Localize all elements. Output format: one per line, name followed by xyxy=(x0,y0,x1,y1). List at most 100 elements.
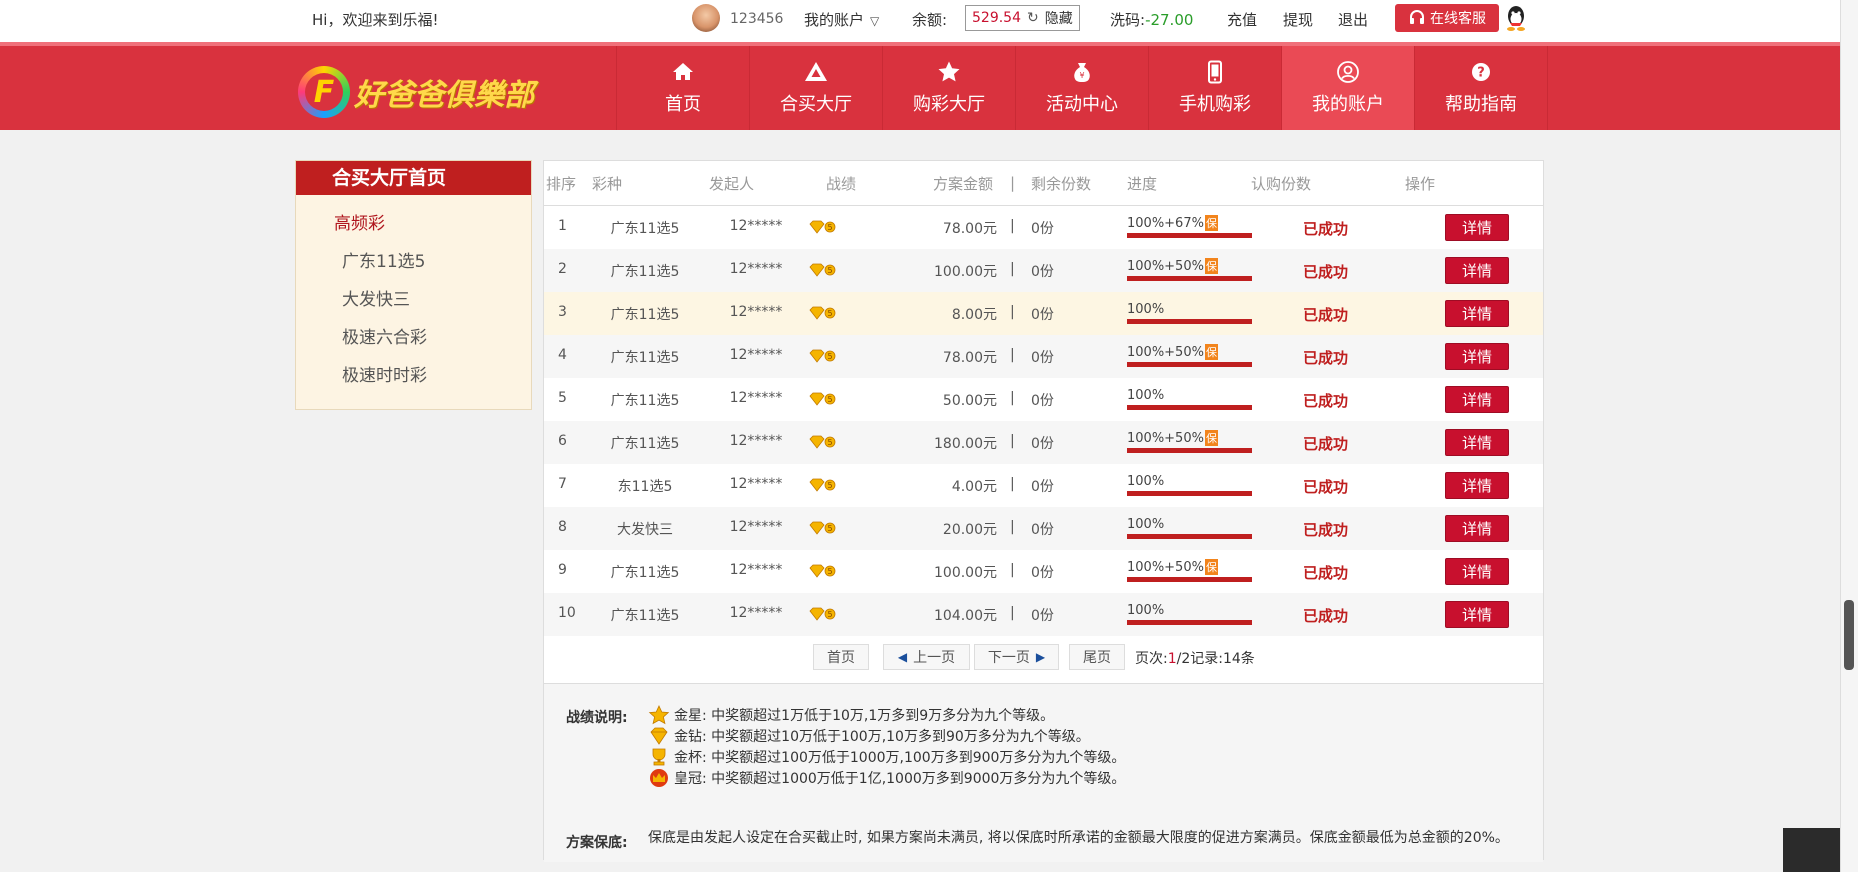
row-progress-text: 100%+50% xyxy=(1127,560,1204,575)
detail-button[interactable]: 详情 xyxy=(1445,472,1509,499)
triangle-left-icon: ◀ xyxy=(897,650,908,664)
sidebar-item-speed-mark-six[interactable]: 极速六合彩 xyxy=(296,323,531,348)
nav-label: 帮助指南 xyxy=(1445,94,1517,115)
row-game: 广东11选5 xyxy=(610,436,680,452)
withdraw-link[interactable]: 提现 xyxy=(1283,9,1313,30)
logout-link[interactable]: 退出 xyxy=(1338,9,1368,30)
online-service-button[interactable]: 在线客服 xyxy=(1395,4,1499,32)
header-progress[interactable]: 进度 xyxy=(1127,173,1157,194)
nav-item-help[interactable]: ? 帮助指南 xyxy=(1415,46,1548,130)
sidebar: 合买大厅首页 高频彩 广东11选5 大发快三 极速六合彩 极速时时彩 xyxy=(295,160,532,410)
deposit-link[interactable]: 充值 xyxy=(1227,9,1257,30)
hide-balance-button[interactable]: 隐藏 xyxy=(1045,8,1073,28)
chevron-down-icon: ▽ xyxy=(870,14,880,28)
next-page-label: 下一页 xyxy=(987,650,1030,666)
nav-item-activity-center[interactable]: ¥ 活动中心 xyxy=(1016,46,1149,130)
sidebar-category[interactable]: 高频彩 xyxy=(296,209,531,234)
qq-icon[interactable] xyxy=(1503,4,1529,32)
gold-diamond-icon xyxy=(650,727,668,745)
site-logo[interactable]: F 好爸爸俱樂部 xyxy=(298,64,558,120)
header-initiator: 发起人 xyxy=(709,174,755,193)
sidebar-item-speed-ssc[interactable]: 极速时时彩 xyxy=(296,361,531,386)
main-nav: 首页 合买大厅 购彩大厅 ¥ 活动中心 手机购彩 我的账户 ? 帮助指南 xyxy=(616,46,1548,130)
refresh-icon[interactable]: ↻ xyxy=(1027,10,1039,26)
my-account-menu[interactable]: 我的账户 ▽ xyxy=(804,9,879,30)
pagination: 首页 ◀ 上一页 下一页 ▶ 尾页 页次:1/2记录:14条 xyxy=(544,638,1545,678)
triangle-right-icon: ▶ xyxy=(1035,650,1046,664)
row-progress: 100% xyxy=(1127,301,1252,324)
row-remaining: 0份 xyxy=(1031,393,1054,409)
row-progress: 100%+67% 保 xyxy=(1127,215,1252,238)
row-status: 已成功 xyxy=(1303,392,1349,410)
detail-button[interactable]: 详情 xyxy=(1445,300,1509,327)
table-row: 4 广东11选5 12***** 5 78.00元 | 0份 100%+50% 保 已成功 详情 xyxy=(544,335,1543,378)
scrollbar-thumb[interactable] xyxy=(1844,600,1854,670)
sidebar-item-guangdong-11x5[interactable]: 广东11选5 xyxy=(296,247,531,272)
row-rank: 6 xyxy=(558,433,567,449)
progress-bar xyxy=(1127,233,1252,238)
row-rank: 5 xyxy=(558,390,567,406)
row-separator: | xyxy=(1010,347,1015,363)
svg-text:¥: ¥ xyxy=(1079,71,1084,80)
nav-item-lottery-hall[interactable]: 购彩大厅 xyxy=(883,46,1016,130)
star-icon xyxy=(938,61,960,82)
sidebar-title[interactable]: 合买大厅首页 xyxy=(296,161,531,195)
video-widget[interactable] xyxy=(1783,828,1840,872)
row-progress: 100% xyxy=(1127,387,1252,410)
row-progress-text: 100%+67% xyxy=(1127,216,1204,231)
sidebar-item-dafa-k3[interactable]: 大发快三 xyxy=(296,285,531,310)
row-game: 广东11选5 xyxy=(610,565,680,581)
row-remaining: 0份 xyxy=(1031,565,1054,581)
explain-line-gold-star: 金星: 中奖额超过1万低于10万,1万多到9万多分为九个等级。 xyxy=(648,705,1054,725)
online-service-label: 在线客服 xyxy=(1430,11,1486,27)
row-separator: | xyxy=(1010,519,1015,535)
row-remaining: 0份 xyxy=(1031,436,1054,452)
detail-button[interactable]: 详情 xyxy=(1445,558,1509,585)
page-scrollbar[interactable] xyxy=(1840,0,1858,872)
row-amount: 50.00元 xyxy=(942,393,997,409)
table-row: 2 广东11选5 12***** 5 100.00元 | 0份 100%+50% 保 已成功 详情 xyxy=(544,249,1543,292)
next-page-button[interactable]: 下一页 ▶ xyxy=(974,644,1059,670)
gold-diamond-medal-icon: 5 xyxy=(809,349,836,363)
row-rank: 1 xyxy=(558,218,567,234)
detail-button[interactable]: 详情 xyxy=(1445,386,1509,413)
guarantee-badge: 保 xyxy=(1204,559,1218,575)
nav-item-home[interactable]: 首页 xyxy=(617,46,750,130)
row-initiator: 12***** xyxy=(729,347,783,363)
detail-button[interactable]: 详情 xyxy=(1445,601,1509,628)
row-progress-text: 100%+50% xyxy=(1127,431,1204,446)
table-row: 10 广东11选5 12***** 5 104.00元 | 0份 100% 已成功 详情 xyxy=(544,593,1543,636)
prev-page-button[interactable]: ◀ 上一页 xyxy=(883,644,970,670)
page-label: 页次: xyxy=(1135,651,1168,667)
row-status: 已成功 xyxy=(1303,435,1349,453)
explain-line-crown: 皇冠: 中奖额超过1000万低于1亿,1000万多到9000万多分为九个等级。 xyxy=(648,768,1125,788)
progress-bar xyxy=(1127,620,1252,625)
detail-button[interactable]: 详情 xyxy=(1445,515,1509,542)
first-page-button[interactable]: 首页 xyxy=(813,644,869,670)
gold-diamond-medal-icon: 5 xyxy=(809,392,836,406)
nav-item-my-account[interactable]: 我的账户 xyxy=(1282,46,1415,130)
row-initiator: 12***** xyxy=(729,304,783,320)
nav-item-group-buy[interactable]: 合买大厅 xyxy=(750,46,883,130)
gold-cup-icon xyxy=(652,748,666,766)
explain-line-gold-cup: 金杯: 中奖额超过100万低于1000万,100万多到900万多分为九个等级。 xyxy=(648,747,1125,767)
svg-text:5: 5 xyxy=(827,481,832,490)
detail-button[interactable]: 详情 xyxy=(1445,214,1509,241)
header-amount[interactable]: 方案金额 xyxy=(933,173,993,194)
explain-line-gold-diamond: 金钻: 中奖额超过10万低于100万,10万多到90万多分为九个等级。 xyxy=(648,726,1090,746)
row-amount: 20.00元 xyxy=(942,522,997,538)
detail-button[interactable]: 详情 xyxy=(1445,343,1509,370)
progress-bar xyxy=(1127,534,1252,539)
row-game: 广东11选5 xyxy=(610,307,680,323)
guarantee-text: 保底是由发起人设定在合买截止时, 如果方案尚未满员, 将以保底时所承诺的金额最大… xyxy=(648,830,1509,846)
header-rank[interactable]: 排序 xyxy=(546,173,576,194)
header-record: 战绩 xyxy=(826,174,857,193)
detail-button[interactable]: 详情 xyxy=(1445,257,1509,284)
detail-button[interactable]: 详情 xyxy=(1445,429,1509,456)
last-page-button[interactable]: 尾页 xyxy=(1069,644,1125,670)
row-initiator: 12***** xyxy=(729,218,783,234)
nav-item-mobile[interactable]: 手机购彩 xyxy=(1149,46,1282,130)
progress-bar xyxy=(1127,577,1252,582)
header-remaining[interactable]: 剩余份数 xyxy=(1031,173,1091,194)
avatar[interactable] xyxy=(692,4,720,32)
